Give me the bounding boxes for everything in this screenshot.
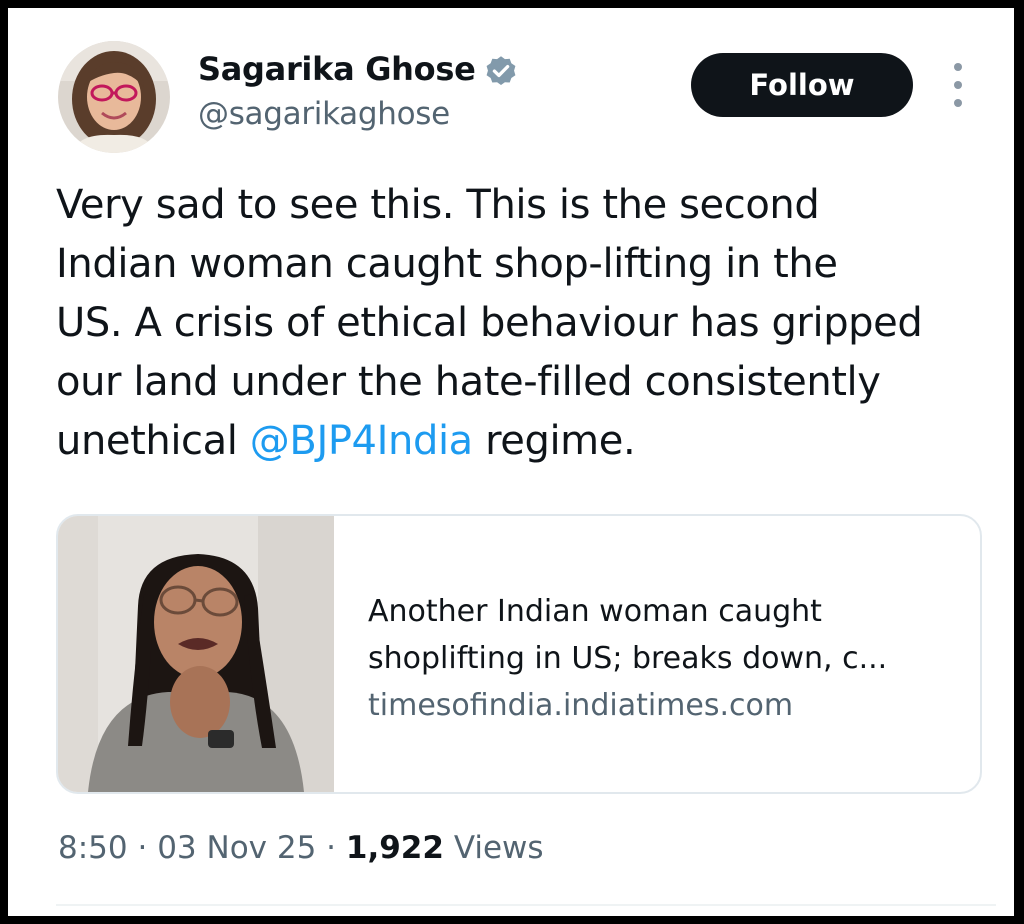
tweet-time[interactable]: 8:50 — [58, 830, 128, 866]
meta-separator: · — [137, 830, 148, 866]
more-dot — [954, 81, 962, 89]
card-domain: timesofindia.indiatimes.com — [368, 688, 794, 723]
card-text: Another Indian woman caught shoplifting … — [368, 588, 968, 729]
tweet-meta: 8:50 · 03 Nov 25 · 1,922 Views — [58, 830, 544, 866]
views-label: Views — [453, 830, 544, 866]
meta-separator: · — [326, 830, 337, 866]
mention-link[interactable]: @BJP4India — [250, 418, 473, 464]
avatar[interactable] — [58, 41, 170, 153]
card-title-line: shoplifting in US; breaks down, c... — [368, 641, 888, 676]
card-title-line: Another Indian woman caught — [368, 594, 822, 629]
link-preview-card[interactable]: Another Indian woman caught shoplifting … — [56, 514, 982, 794]
tweet-date[interactable]: 03 Nov 25 — [157, 830, 316, 866]
tweet-text-line: our land under the hate-filled consisten… — [56, 359, 881, 405]
tweet-text-line: Very sad to see this. This is the second — [56, 182, 820, 228]
divider — [56, 904, 996, 906]
more-dot — [954, 99, 962, 107]
follow-button[interactable]: Follow — [691, 53, 913, 117]
more-vertical-icon[interactable] — [946, 63, 970, 107]
tweet-text-segment: unethical — [56, 418, 250, 464]
tweet-text-segment: regime. — [472, 418, 636, 464]
tweet-text-line: unethical @BJP4India regime. — [56, 412, 986, 471]
tweet-frame: Sagarika Ghose @sagarikaghose Follow Ver… — [8, 8, 1014, 916]
profile-photo — [58, 41, 170, 153]
author-display-name[interactable]: Sagarika Ghose — [198, 50, 476, 88]
views-count: 1,922 — [345, 830, 444, 866]
verified-badge-icon — [483, 54, 519, 90]
tweet-text: Very sad to see this. This is the second… — [56, 176, 986, 471]
tweet-text-line: Indian woman caught shop-lifting in the — [56, 241, 838, 287]
card-title: Another Indian woman caught shoplifting … — [368, 588, 968, 682]
more-dot — [954, 63, 962, 71]
tweet-text-line: US. A crisis of ethical behaviour has gr… — [56, 300, 923, 346]
woman-crying-photo — [58, 516, 334, 792]
card-thumbnail — [58, 516, 334, 792]
author-handle[interactable]: @sagarikaghose — [198, 96, 450, 132]
